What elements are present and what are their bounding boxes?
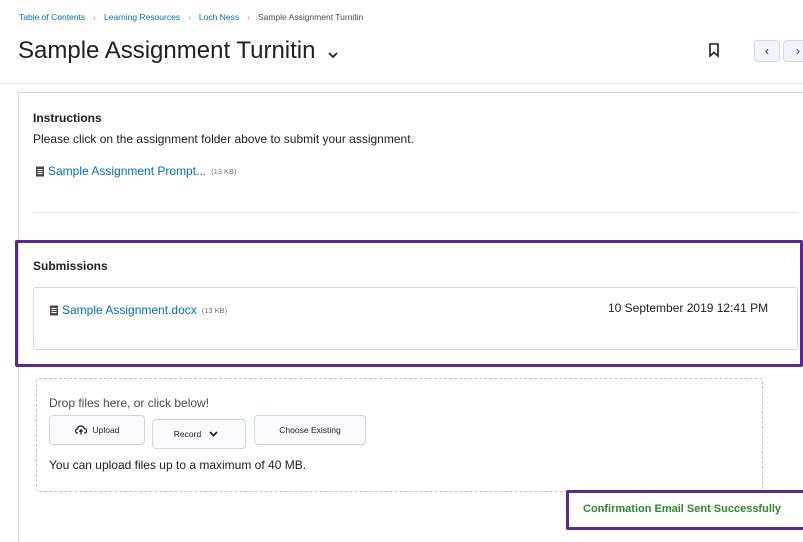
instructions-heading: Instructions bbox=[33, 111, 102, 125]
choose-existing-label: Choose Existing bbox=[279, 425, 341, 435]
document-icon bbox=[36, 166, 44, 176]
bookmark-icon[interactable] bbox=[708, 42, 720, 58]
attachment-name[interactable]: Sample Assignment Prompt... bbox=[48, 164, 206, 178]
header-divider bbox=[0, 83, 803, 84]
section-divider bbox=[33, 212, 798, 213]
dropzone-text: Drop files here, or click below! bbox=[49, 396, 210, 410]
page-title[interactable]: Sample Assignment Turnitin bbox=[18, 37, 338, 66]
submission-file-name[interactable]: Sample Assignment.docx bbox=[62, 303, 197, 317]
submission-card bbox=[33, 287, 798, 350]
upload-button-label: Upload bbox=[92, 425, 120, 435]
breadcrumb-separator-icon: › bbox=[93, 12, 96, 22]
next-topic-button[interactable]: › bbox=[783, 40, 803, 62]
breadcrumb-learning-resources[interactable]: Learning Resources bbox=[104, 12, 180, 22]
submission-file[interactable]: Sample Assignment.docx (13 KB) bbox=[49, 303, 227, 317]
chevron-down-icon[interactable] bbox=[328, 38, 338, 66]
breadcrumb-separator-icon: › bbox=[247, 12, 250, 22]
upload-limit-text: You can upload files up to a maximum of … bbox=[49, 458, 307, 472]
breadcrumb-loch-ness[interactable]: Loch Ness bbox=[199, 12, 239, 22]
page-title-text: Sample Assignment Turnitin bbox=[18, 37, 316, 64]
submission-date: 10 September 2019 12:41 PM bbox=[608, 301, 769, 315]
breadcrumb-separator-icon: › bbox=[188, 12, 191, 22]
record-button-label: Record bbox=[173, 429, 202, 439]
record-button[interactable]: Record bbox=[152, 419, 246, 449]
submissions-heading: Submissions bbox=[33, 259, 108, 273]
breadcrumb: Table of Contents › Learning Resources › Loc… bbox=[19, 12, 363, 22]
chevron-down-icon bbox=[209, 431, 218, 437]
attachment-size: (13 KB) bbox=[211, 166, 237, 176]
upload-button[interactable]: Upload bbox=[49, 415, 145, 445]
chevron-left-icon: ‹ bbox=[765, 44, 769, 58]
confirmation-message: Confirmation Email Sent Successfully bbox=[583, 503, 782, 515]
submission-file-size: (13 KB) bbox=[201, 305, 228, 315]
document-icon bbox=[50, 305, 58, 315]
previous-topic-button[interactable]: ‹ bbox=[754, 40, 780, 62]
choose-existing-button[interactable]: Choose Existing bbox=[254, 415, 366, 445]
instructions-text: Please click on the assignment folder ab… bbox=[33, 132, 414, 146]
breadcrumb-current: Sample Assignment Turnitin bbox=[257, 12, 364, 22]
chevron-right-icon: › bbox=[796, 44, 800, 58]
upload-icon bbox=[74, 425, 87, 435]
assignment-prompt-attachment[interactable]: Sample Assignment Prompt... (13 KB) bbox=[35, 164, 237, 178]
breadcrumb-table-of-contents[interactable]: Table of Contents bbox=[19, 12, 85, 22]
